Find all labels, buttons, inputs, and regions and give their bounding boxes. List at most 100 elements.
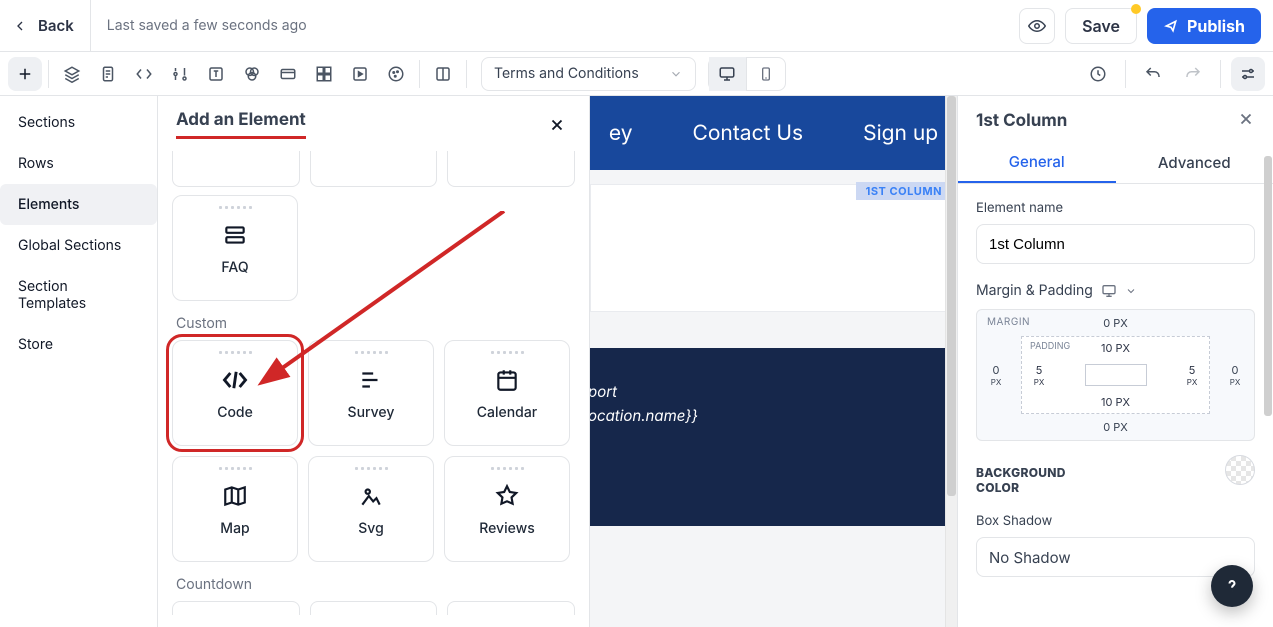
code-icon xyxy=(221,366,249,394)
canvas-scrollbar[interactable] xyxy=(945,96,957,627)
separator xyxy=(419,60,420,88)
columns-icon xyxy=(434,65,452,83)
padding-right-value[interactable]: 5PX xyxy=(1179,363,1205,387)
media-button[interactable] xyxy=(343,57,377,91)
element-card-partial[interactable] xyxy=(447,151,575,187)
text-button[interactable] xyxy=(199,57,233,91)
preview-button[interactable] xyxy=(1019,8,1055,44)
form-button[interactable] xyxy=(91,57,125,91)
element-card-label: Map xyxy=(220,520,249,537)
margin-right-value[interactable]: 0PX xyxy=(1222,363,1248,387)
element-card-label: Calendar xyxy=(477,404,537,421)
element-card-faq[interactable]: FAQ xyxy=(172,195,298,301)
desktop-icon xyxy=(1101,283,1117,299)
drag-handle-icon xyxy=(491,351,524,354)
element-card-svg[interactable]: Svg xyxy=(308,456,434,562)
content-area xyxy=(1085,364,1147,386)
sidebar-item-elements[interactable]: Elements xyxy=(0,184,157,225)
nav-link[interactable]: Contact Us xyxy=(693,121,804,146)
separator xyxy=(1125,60,1126,88)
inspector-tabs: General Advanced xyxy=(958,142,1273,184)
element-card-partial[interactable] xyxy=(447,601,575,615)
sidebar-item-rows[interactable]: Rows xyxy=(0,143,157,184)
element-card-calendar[interactable]: Calendar xyxy=(444,340,570,446)
scrollbar-thumb[interactable] xyxy=(947,96,956,496)
margin-left-value[interactable]: 0PX xyxy=(983,363,1009,387)
sidebar-item-store[interactable]: Store xyxy=(0,324,157,365)
sidebar-item-section-templates[interactable]: Section Templates xyxy=(0,266,157,324)
mobile-device-button[interactable] xyxy=(747,57,785,91)
card-button[interactable] xyxy=(271,57,305,91)
color-button[interactable] xyxy=(235,57,269,91)
margin-top-value[interactable]: 0 PX xyxy=(977,316,1254,330)
redo-button[interactable] xyxy=(1176,57,1210,91)
chevron-down-icon xyxy=(669,67,683,81)
selected-column[interactable]: 1ST COLUMN xyxy=(590,184,957,312)
popup-button[interactable] xyxy=(163,57,197,91)
back-button[interactable]: Back xyxy=(12,0,91,51)
bg-color-label: BACKGROUND COLOR xyxy=(976,465,1096,495)
field-label-element-name: Element name xyxy=(976,200,1255,216)
box-shadow-select[interactable]: No Shadow xyxy=(976,537,1255,577)
nav-link[interactable]: Sign up xyxy=(863,121,938,146)
save-button[interactable]: Save xyxy=(1065,8,1137,44)
droplet-icon xyxy=(243,65,261,83)
element-card-label: Svg xyxy=(358,520,384,537)
element-card-map[interactable]: Map xyxy=(172,456,298,562)
help-fab[interactable] xyxy=(1211,565,1253,607)
settings-button[interactable] xyxy=(1231,57,1265,91)
close-panel-button[interactable] xyxy=(543,111,571,139)
survey-icon xyxy=(358,367,384,393)
hero-section[interactable]: port ocation.name}} xyxy=(590,348,957,526)
element-card-partial[interactable] xyxy=(172,151,300,187)
mobile-icon xyxy=(758,66,774,82)
publish-button[interactable]: Publish xyxy=(1147,8,1261,44)
sidebar-item-global-sections[interactable]: Global Sections xyxy=(0,225,157,266)
element-name-input[interactable] xyxy=(976,224,1255,264)
topbar-right: Save Publish xyxy=(1019,8,1261,44)
scrollbar-thumb[interactable] xyxy=(1264,156,1272,416)
save-button-label: Save xyxy=(1082,16,1120,36)
bg-color-swatch[interactable] xyxy=(1225,455,1255,485)
close-inspector-button[interactable] xyxy=(1237,110,1255,132)
element-card-partial[interactable] xyxy=(310,601,438,615)
sidebar-item-label: Rows xyxy=(18,155,54,172)
page-selector[interactable]: Terms and Conditions xyxy=(481,57,696,91)
padding-left-value[interactable]: 5PX xyxy=(1026,363,1052,387)
desktop-device-button[interactable] xyxy=(709,57,747,91)
add-element-button[interactable] xyxy=(8,57,42,91)
code-tool-button[interactable] xyxy=(127,57,161,91)
layers-button[interactable] xyxy=(55,57,89,91)
page-selector-label: Terms and Conditions xyxy=(494,65,639,82)
box-shadow-value: No Shadow xyxy=(989,548,1071,567)
padding-bottom-value[interactable]: 10 PX xyxy=(1022,395,1209,409)
undo-button[interactable] xyxy=(1136,57,1170,91)
element-card-reviews[interactable]: Reviews xyxy=(444,456,570,562)
drag-handle-icon xyxy=(219,351,252,354)
element-card-partial[interactable] xyxy=(310,151,438,187)
tab-advanced[interactable]: Advanced xyxy=(1116,142,1273,183)
cookie-button[interactable] xyxy=(379,57,413,91)
undo-icon xyxy=(1144,65,1162,83)
element-card-partial[interactable] xyxy=(172,601,300,615)
history-button[interactable] xyxy=(1081,57,1115,91)
close-icon xyxy=(548,116,566,134)
panel-title: Add an Element xyxy=(176,110,306,139)
sidebar-item-sections[interactable]: Sections xyxy=(0,102,157,143)
element-card-code[interactable]: Code xyxy=(172,340,298,446)
device-switcher xyxy=(708,57,786,91)
publish-button-label: Publish xyxy=(1187,16,1245,36)
nav-link[interactable]: ey xyxy=(609,121,633,146)
canvas[interactable]: ey Contact Us Sign up 1ST COLUMN port oc… xyxy=(590,96,957,627)
drag-handle-icon xyxy=(491,467,524,470)
clipboard-icon xyxy=(99,65,117,83)
padding-top-value[interactable]: 10 PX xyxy=(1022,341,1209,355)
sidebar-item-label: Section Templates xyxy=(18,278,86,312)
margin-bottom-value[interactable]: 0 PX xyxy=(977,420,1254,434)
tab-general[interactable]: General xyxy=(958,142,1116,183)
element-card-survey[interactable]: Survey xyxy=(308,340,434,446)
grid-button[interactable] xyxy=(307,57,341,91)
split-view-button[interactable] xyxy=(426,57,460,91)
inspector-scrollbar[interactable] xyxy=(1263,96,1273,627)
box-model-editor[interactable]: MARGIN 0 PX 0 PX 0PX 0PX PADDING 10 PX 1… xyxy=(976,309,1255,441)
